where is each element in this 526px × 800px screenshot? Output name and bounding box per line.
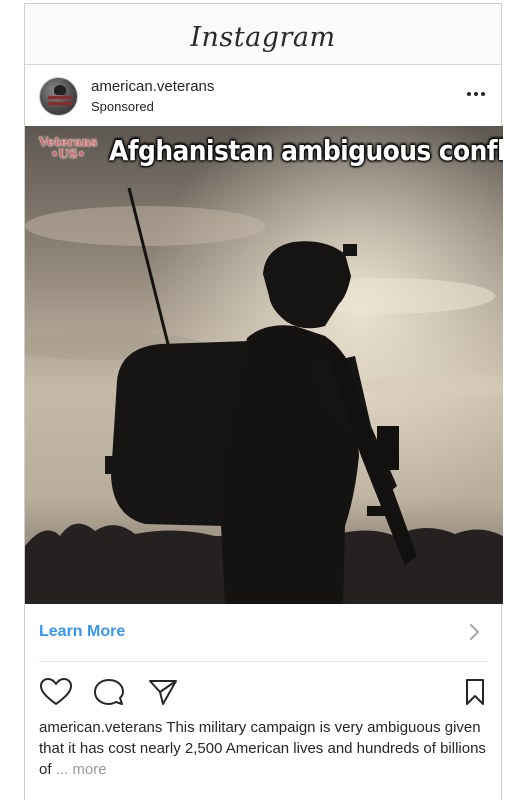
image-headline: Afghanistan ambiguous conflict [109, 134, 503, 167]
caption-more-link[interactable]: more [68, 761, 106, 778]
soldier-silhouette-photo [25, 126, 503, 604]
post-header: american.veterans Sponsored [25, 65, 501, 126]
divider [39, 661, 487, 662]
brand-line-2: •US• [50, 147, 86, 161]
learn-more-bar[interactable]: Learn More [25, 604, 501, 662]
chevron-right-icon[interactable] [469, 622, 481, 642]
heart-icon[interactable] [39, 677, 73, 707]
comment-icon[interactable] [92, 677, 126, 707]
post-image[interactable]: Veterans •US• Afghanistan ambiguous conf… [25, 126, 503, 604]
caption-username[interactable]: american.veterans [39, 719, 162, 736]
sponsored-label: Sponsored [91, 99, 154, 114]
veterans-us-logo: Veterans •US• [35, 136, 101, 160]
caption-ellipsis: ... [55, 761, 69, 778]
instagram-post-frame: Instagram american.veterans Sponsored Ve… [24, 3, 503, 800]
instagram-logo: Instagram [190, 21, 336, 53]
action-bar [25, 670, 501, 714]
post-caption: american.veterans This military campaign… [39, 717, 491, 780]
avatar[interactable] [39, 77, 78, 116]
top-bar: Instagram [25, 4, 501, 65]
bookmark-icon[interactable] [463, 677, 487, 707]
post-username[interactable]: american.veterans [91, 78, 214, 95]
send-icon[interactable] [146, 677, 180, 707]
learn-more-link[interactable]: Learn More [39, 623, 125, 641]
more-horizontal-icon[interactable] [465, 87, 487, 101]
